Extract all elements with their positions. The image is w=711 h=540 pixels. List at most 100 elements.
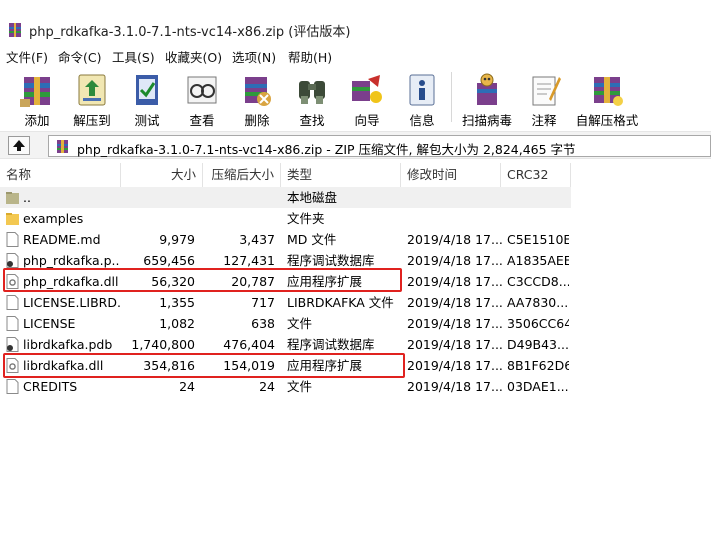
file-size — [121, 187, 195, 208]
file-type: LIBRDKAFKA 文件 — [287, 295, 394, 310]
info-button[interactable]: 信息 — [396, 68, 448, 128]
path-field[interactable]: php_rdkafka-3.1.0-7.1-nts-vc14-x86.zip -… — [48, 135, 711, 157]
file-crc: 3506CC64 — [507, 316, 569, 331]
file-row[interactable]: .. 本地磁盘 — [0, 187, 571, 208]
comment-button[interactable]: 注释 — [518, 68, 570, 128]
up-one-level-button[interactable] — [8, 136, 30, 155]
file-row[interactable]: php_rdkafka.dll 56,320 20,787 应用程序扩展 2019/4/… — [0, 271, 571, 292]
file-icon — [6, 295, 19, 310]
pdb-file-icon — [6, 337, 19, 352]
column-header-type[interactable]: 类型 — [281, 163, 401, 187]
virus-scan-icon — [477, 73, 497, 105]
extract-to-button[interactable]: 解压到 — [66, 68, 118, 128]
parent-folder-icon — [6, 190, 19, 205]
file-name: librdkafka.dll — [23, 358, 104, 373]
find-button[interactable]: 查找 — [286, 68, 338, 128]
file-packed-size: 127,431 — [223, 253, 275, 268]
file-crc: AA7830... — [507, 295, 569, 310]
sfx-button[interactable]: 自解压格式 — [576, 68, 638, 128]
file-packed-size: 476,404 — [223, 337, 275, 352]
toolbar: 添加 解压到 测试 查看 删除 查找 向导 信息 扫描病毒 注释 自解压格式 — [0, 66, 711, 130]
file-name: CREDITS — [23, 379, 78, 394]
file-crc: C3CCD8... — [507, 274, 569, 289]
file-crc: 8B1F62D6 — [507, 358, 569, 373]
file-type: 程序调试数据库 — [287, 337, 375, 352]
menu-options[interactable]: 选项(N) — [232, 47, 276, 66]
file-packed-size: 717 — [251, 295, 275, 310]
file-icon — [6, 379, 19, 394]
file-packed-size: 3,437 — [239, 232, 275, 247]
virus-scan-label: 扫描病毒 — [461, 113, 512, 128]
comment-label: 注释 — [531, 113, 557, 128]
comment-icon — [532, 76, 561, 106]
file-name: php_rdkafka.p... — [23, 253, 120, 268]
file-crc — [507, 208, 569, 229]
archive-path: php_rdkafka-3.1.0-7.1-nts-vc14-x86.zip -… — [77, 142, 576, 157]
file-size — [121, 208, 195, 229]
file-name: LICENSE — [23, 316, 76, 331]
menu-tools[interactable]: 工具(S) — [112, 47, 155, 66]
menu-commands[interactable]: 命令(C) — [58, 47, 101, 66]
file-name: .. — [23, 190, 31, 205]
file-packed-size: 154,019 — [223, 358, 275, 373]
column-header-packed[interactable]: 压缩后大小 — [203, 163, 281, 187]
file-type: 文件夹 — [287, 211, 325, 226]
menu-help[interactable]: 帮助(H) — [288, 47, 332, 66]
file-modified — [407, 208, 502, 229]
column-header-size[interactable]: 大小 — [121, 163, 203, 187]
folder-icon — [6, 211, 19, 226]
file-packed-size — [203, 208, 275, 229]
file-row[interactable]: examples 文件夹 — [0, 208, 571, 229]
arrow-up-icon — [13, 140, 25, 151]
file-type: 应用程序扩展 — [287, 274, 363, 289]
winrar-app-icon — [9, 23, 21, 37]
file-crc: 03DAE1... — [507, 379, 569, 394]
column-header-modified[interactable]: 修改时间 — [401, 163, 501, 187]
file-type: 程序调试数据库 — [287, 253, 375, 268]
file-size: 354,816 — [143, 358, 195, 373]
column-header-name[interactable]: 名称 — [0, 163, 121, 187]
file-row[interactable]: LICENSE.LIBRD... 1,355 717 LIBRDKAFKA 文件 201… — [0, 292, 571, 313]
file-icon — [6, 316, 19, 331]
extract-to-icon — [78, 74, 106, 106]
file-row[interactable]: librdkafka.dll 354,816 154,019 应用程序扩展 2019/4… — [0, 355, 571, 376]
file-size: 1,082 — [159, 316, 195, 331]
file-size: 1,355 — [159, 295, 195, 310]
file-row[interactable]: LICENSE 1,082 638 文件 2019/4/18 17... 3506CC64 — [0, 313, 571, 334]
file-row[interactable]: CREDITS 24 24 文件 2019/4/18 17... 03DAE1... — [0, 376, 571, 397]
wizard-icon — [352, 75, 382, 103]
file-name: README.md — [23, 232, 101, 247]
view-button[interactable]: 查看 — [176, 68, 228, 128]
file-size: 9,979 — [159, 232, 195, 247]
file-list: 名称 大小 压缩后大小 类型 修改时间 CRC32 .. 本地磁盘 examples… — [0, 163, 711, 540]
file-modified — [407, 187, 502, 208]
delete-button[interactable]: 删除 — [231, 68, 283, 128]
file-size: 659,456 — [143, 253, 195, 268]
add-archive-icon — [20, 77, 50, 107]
add-button[interactable]: 添加 — [11, 68, 63, 128]
file-size: 1,740,800 — [131, 337, 195, 352]
address-bar: php_rdkafka-3.1.0-7.1-nts-vc14-x86.zip -… — [0, 131, 711, 159]
file-modified: 2019/4/18 17... — [407, 337, 502, 352]
file-modified: 2019/4/18 17... — [407, 274, 502, 289]
toolbar-separator — [451, 72, 452, 122]
menu-bar: 文件(F) 命令(C) 工具(S) 收藏夹(O) 选项(N) 帮助(H) — [0, 44, 711, 66]
file-row[interactable]: librdkafka.pdb 1,740,800 476,404 程序调试数据库 201… — [0, 334, 571, 355]
file-modified: 2019/4/18 17... — [407, 379, 502, 394]
menu-favorites[interactable]: 收藏夹(O) — [165, 47, 222, 66]
file-modified: 2019/4/18 17... — [407, 316, 502, 331]
file-row[interactable]: README.md 9,979 3,437 MD 文件 2019/4/18 17... C… — [0, 229, 571, 250]
file-row[interactable]: php_rdkafka.p... 659,456 127,431 程序调试数据库 201… — [0, 250, 571, 271]
test-button[interactable]: 测试 — [121, 68, 173, 128]
find-icon — [299, 81, 325, 104]
menu-file[interactable]: 文件(F) — [6, 47, 48, 66]
column-header-crc[interactable]: CRC32 — [501, 163, 571, 187]
wizard-button[interactable]: 向导 — [341, 68, 393, 128]
pdb-file-icon — [6, 253, 19, 268]
view-icon — [187, 76, 217, 104]
sfx-icon — [594, 77, 623, 106]
file-crc: A1835AEE — [507, 253, 569, 268]
file-crc: C5E1510E — [507, 232, 569, 247]
virus-scan-button[interactable]: 扫描病毒 — [461, 68, 513, 128]
file-size: 56,320 — [151, 274, 195, 289]
